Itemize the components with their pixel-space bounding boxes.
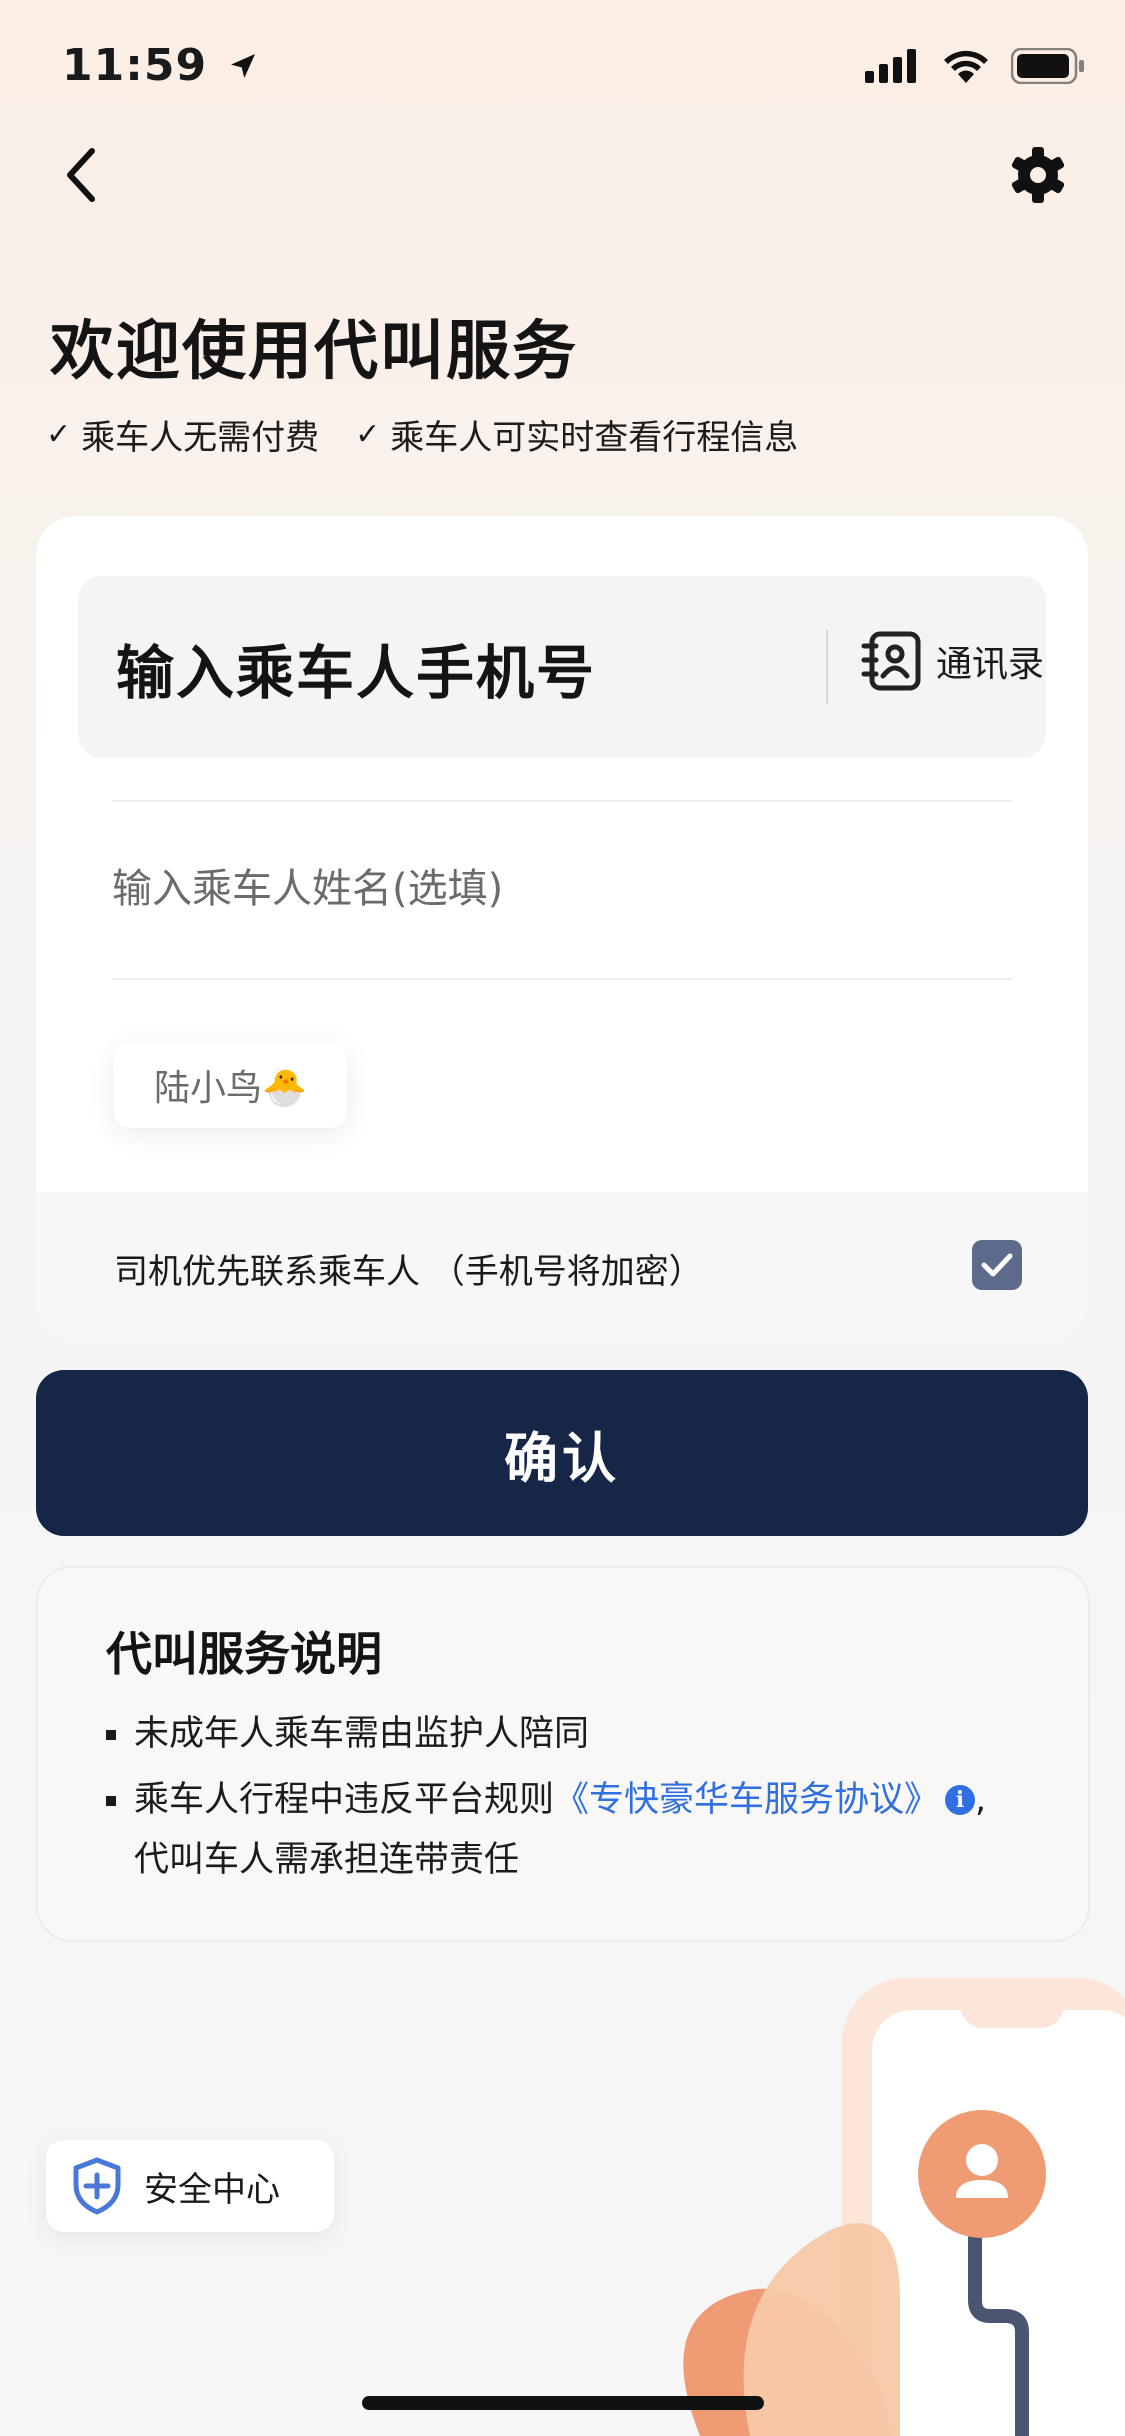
home-indicator (362, 2396, 764, 2410)
driver-priority-label: 司机优先联系乘车人 （手机号将加密） (114, 1252, 703, 1292)
passenger-form-card: 输入乘车人手机号 通讯录 输入乘车人姓名(选填) 陆小鸟🐣 司机优先联系乘车人 … (36, 516, 1088, 1340)
info-item-text: , (975, 1780, 987, 1820)
feature-text: 乘车人无需付费 (81, 418, 320, 458)
bullet (106, 1730, 116, 1740)
phone-input[interactable]: 输入乘车人手机号 (116, 626, 596, 710)
phone-illustration (683, 1978, 1125, 2436)
bullet (106, 1796, 116, 1806)
shield-plus-icon (73, 2157, 121, 2215)
driver-priority-checkbox[interactable] (972, 1240, 1022, 1290)
gear-icon (1011, 147, 1065, 203)
contacts-label: 通讯录 (936, 644, 1045, 685)
info-title: 代叫服务说明 (106, 1627, 382, 1681)
info-item: 乘车人行程中违反平台规则《专快豪华车服务协议》 i, 代叫车人需承担连带责任 (106, 1770, 986, 1890)
check-icon: ✓ (46, 417, 72, 452)
info-item-text: 代叫车人需承担连带责任 (134, 1840, 520, 1880)
service-info-card: 代叫服务说明 未成年人乘车需由监护人陪同 乘车人行程中违反平台规则《专快豪华车服… (36, 1566, 1090, 1942)
name-input[interactable]: 输入乘车人姓名(选填) (112, 856, 503, 914)
location-arrow-icon (231, 54, 256, 78)
service-agreement-link[interactable]: 《专快豪华车服务协议》 (554, 1780, 939, 1820)
status-time: 11:59 (62, 40, 259, 91)
safety-center-button[interactable]: 安全中心 (46, 2140, 334, 2232)
feature-text: 乘车人可实时查看行程信息 (390, 418, 799, 458)
signal-icon (865, 49, 916, 83)
info-item-text: 乘车人行程中违反平台规则 (134, 1780, 555, 1820)
driver-priority-row[interactable]: 司机优先联系乘车人 （手机号将加密） (36, 1192, 1088, 1340)
feature-item: ✓ 乘车人可实时查看行程信息 (355, 410, 798, 459)
page-title: 欢迎使用代叫服务 (50, 315, 578, 389)
divider (826, 630, 828, 704)
back-button[interactable] (52, 140, 112, 210)
info-item: 未成年人乘车需由监护人陪同 (106, 1704, 589, 1764)
safety-center-label: 安全中心 (144, 2169, 280, 2210)
status-icons (865, 48, 1085, 84)
contacts-button[interactable]: 通讯录 (860, 630, 1044, 692)
checkbox-checked-icon (981, 1253, 1013, 1277)
divider (112, 978, 1012, 980)
divider (112, 800, 1012, 802)
settings-button[interactable] (1003, 140, 1073, 210)
contacts-book-icon (861, 631, 921, 691)
wifi-icon (944, 50, 988, 83)
feature-item: ✓ 乘车人无需付费 (46, 410, 319, 459)
confirm-button[interactable]: 确认 (36, 1370, 1088, 1536)
recent-passenger-chip[interactable]: 陆小鸟🐣 (114, 1042, 347, 1128)
check-icon: ✓ (355, 417, 381, 452)
info-icon[interactable]: i (945, 1785, 976, 1815)
battery-icon (1011, 48, 1084, 84)
info-item-text: 未成年人乘车需由监护人陪同 (134, 1714, 590, 1754)
phone-field[interactable]: 输入乘车人手机号 通讯录 (78, 576, 1046, 758)
feature-list: ✓ 乘车人无需付费 ✓ 乘车人可实时查看行程信息 (46, 410, 798, 459)
back-arrow-icon (67, 148, 95, 202)
